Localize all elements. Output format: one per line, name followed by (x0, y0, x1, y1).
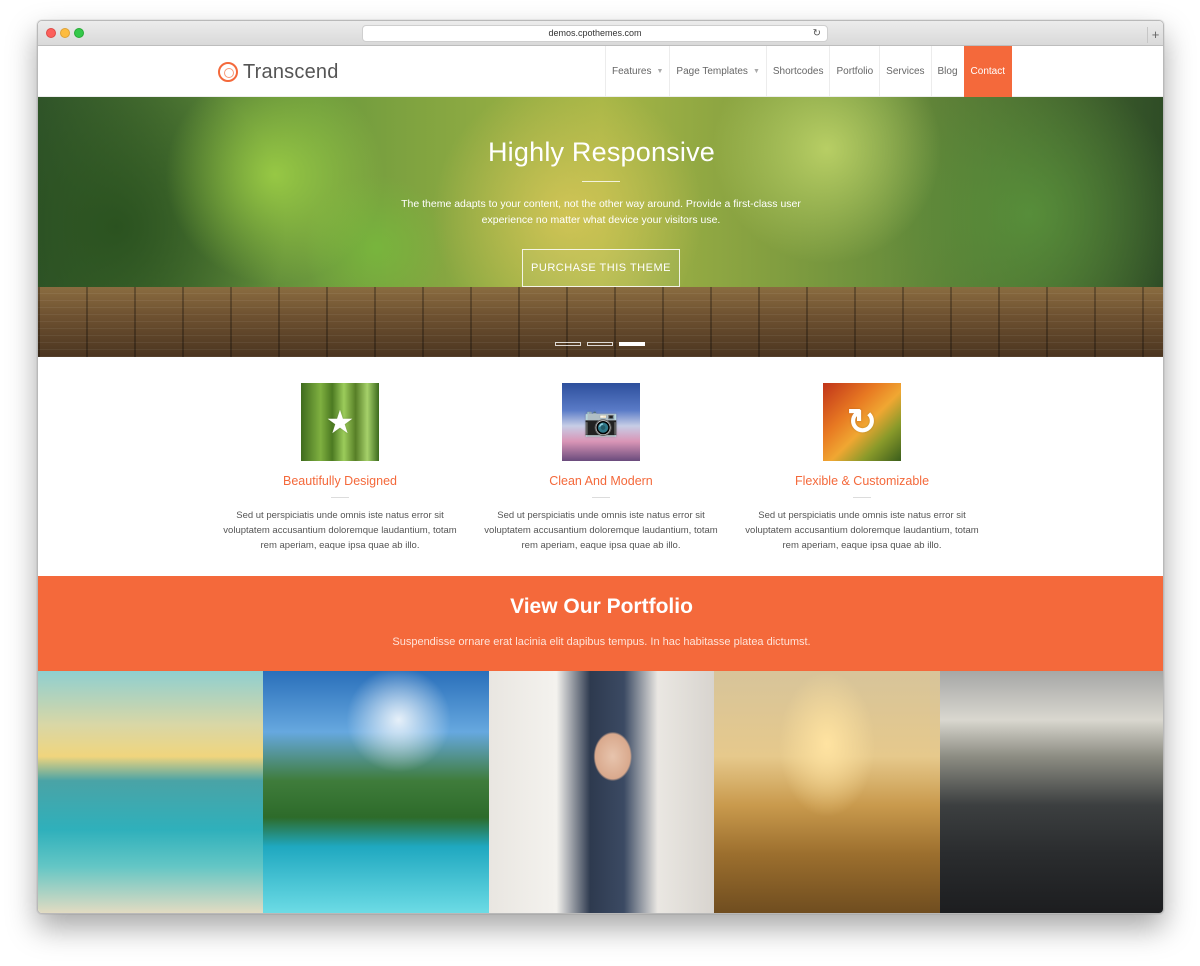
slider-dot-3[interactable] (619, 342, 645, 346)
nav-item-label: Page Templates (676, 66, 748, 77)
slider-dot-1[interactable] (555, 342, 581, 346)
nav-item-label: Features (612, 66, 652, 77)
feature-image-forest: ★ (301, 383, 379, 461)
close-window-button[interactable] (46, 28, 56, 38)
feature-divider (592, 497, 610, 498)
slider-pagination (555, 342, 645, 346)
minimize-window-button[interactable] (60, 28, 70, 38)
reload-icon[interactable]: ↻ (813, 27, 821, 41)
chevron-down-icon: ▼ (752, 68, 760, 75)
hero-slider: Highly Responsive The theme adapts to yo… (38, 97, 1163, 357)
camera-icon: 📷 (583, 406, 619, 437)
feature-title[interactable]: Clean And Modern (481, 474, 721, 488)
nav-item-label: Blog (937, 66, 958, 77)
chevron-down-icon: ▼ (656, 68, 664, 75)
nav-item-label: Shortcodes (772, 66, 824, 77)
nav-item-shortcodes[interactable]: Shortcodes (765, 46, 830, 97)
portfolio-banner: View Our Portfolio Suspendisse ornare er… (38, 576, 1163, 671)
portfolio-gallery (38, 671, 1163, 913)
portfolio-item-businessman[interactable] (488, 671, 715, 913)
browser-window: demos.cpothemes.com ↻ + Transcend Featur… (37, 20, 1164, 914)
portfolio-item-lagoon[interactable] (263, 671, 489, 913)
feature-description: Sed ut perspiciatis unde omnis iste natu… (484, 510, 718, 551)
features-section: ★ Beautifully Designed Sed ut perspiciat… (38, 357, 1163, 576)
main-navigation: Features ▼ Page Templates ▼ Shortcodes P… (605, 46, 1012, 97)
feature-image-autumn: ↻ (823, 383, 901, 461)
feature-description: Sed ut perspiciatis unde omnis iste natu… (745, 510, 979, 551)
purchase-theme-button[interactable]: PURCHASE THIS THEME (522, 249, 680, 287)
browser-titlebar: demos.cpothemes.com ↻ + (38, 21, 1163, 46)
feature-title[interactable]: Flexible & Customizable (742, 474, 982, 488)
feature-divider (853, 497, 871, 498)
portfolio-item-car-interior[interactable] (939, 671, 1163, 913)
star-icon: ★ (325, 404, 355, 440)
feature-description: Sed ut perspiciatis unde omnis iste natu… (223, 510, 457, 551)
portfolio-item-photographer[interactable] (714, 671, 940, 913)
address-bar[interactable]: demos.cpothemes.com ↻ (362, 25, 828, 42)
refresh-icon: ↻ (846, 401, 878, 442)
logo-circle-icon (218, 62, 238, 82)
nav-item-contact[interactable]: Contact (963, 46, 1012, 97)
feature-image-mountain: 📷 (562, 383, 640, 461)
nav-item-portfolio[interactable]: Portfolio (829, 46, 879, 97)
address-bar-url: demos.cpothemes.com (548, 28, 642, 38)
nav-item-page-templates[interactable]: Page Templates ▼ (669, 46, 765, 97)
web-page: Transcend Features ▼ Page Templates ▼ Sh… (38, 46, 1163, 913)
portfolio-title: View Our Portfolio (510, 595, 693, 618)
site-logo[interactable]: Transcend (218, 60, 339, 84)
hero-divider (582, 181, 620, 182)
nav-item-label: Services (886, 66, 925, 77)
maximize-window-button[interactable] (74, 28, 84, 38)
nav-item-label: Portfolio (836, 66, 874, 77)
nav-item-services[interactable]: Services (879, 46, 930, 97)
nav-item-blog[interactable]: Blog (930, 46, 964, 97)
site-header: Transcend Features ▼ Page Templates ▼ Sh… (38, 46, 1163, 97)
nav-item-label: Contact (970, 66, 1005, 77)
new-tab-icon[interactable]: + (1147, 27, 1163, 43)
feature-divider (331, 497, 349, 498)
hero-wood-floor-image (38, 287, 1163, 357)
portfolio-item-beach[interactable] (38, 671, 264, 913)
nav-item-features[interactable]: Features ▼ (605, 46, 669, 97)
portfolio-subtitle: Suspendisse ornare erat lacinia elit dap… (392, 636, 811, 648)
hero-description: The theme adapts to your content, not th… (401, 198, 801, 226)
logo-text: Transcend (243, 60, 339, 83)
hero-title: Highly Responsive (487, 137, 715, 167)
slider-dot-2[interactable] (587, 342, 613, 346)
feature-title[interactable]: Beautifully Designed (220, 474, 460, 488)
